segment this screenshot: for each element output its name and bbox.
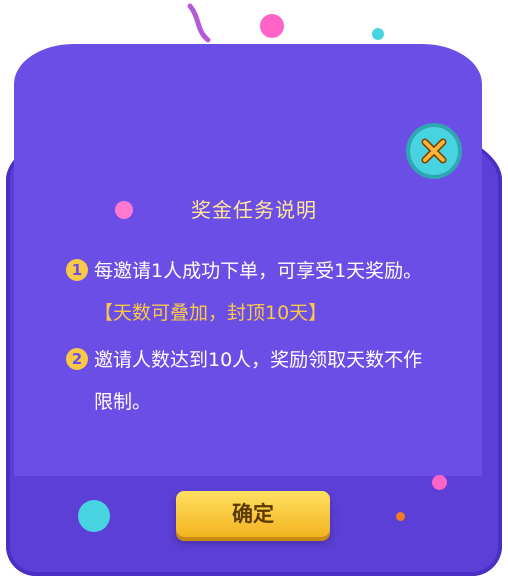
rule-text: 每邀请1人成功下单，可享受1天奖励。 [94, 260, 423, 282]
rule-number: 1 [66, 258, 88, 281]
rule-item-1: 1 每邀请1人成功下单，可享受1天奖励。 【天数可叠加，封顶10天】 [66, 250, 456, 334]
rule-note: 【天数可叠加，封顶10天】 [94, 302, 328, 324]
rule-number: 2 [66, 347, 88, 370]
rule-text-continued: 限制。 [94, 391, 152, 413]
reward-task-dialog: 奖金任务说明 1 每邀请1人成功下单，可享受1天奖励。 【天数可叠加，封顶10天】… [0, 0, 508, 583]
rule-item-2: 2 邀请人数达到10人，奖励领取天数不作 限制。 [66, 339, 456, 423]
decor-dot [396, 512, 405, 521]
confirm-button[interactable]: 确定 [176, 491, 330, 537]
dialog-title: 奖金任务说明 [191, 198, 317, 222]
decor-dot [78, 500, 110, 532]
rule-text: 邀请人数达到10人，奖励领取天数不作 [94, 349, 423, 371]
close-icon [421, 138, 447, 164]
close-button[interactable] [410, 127, 458, 175]
decor-dot [432, 475, 447, 490]
